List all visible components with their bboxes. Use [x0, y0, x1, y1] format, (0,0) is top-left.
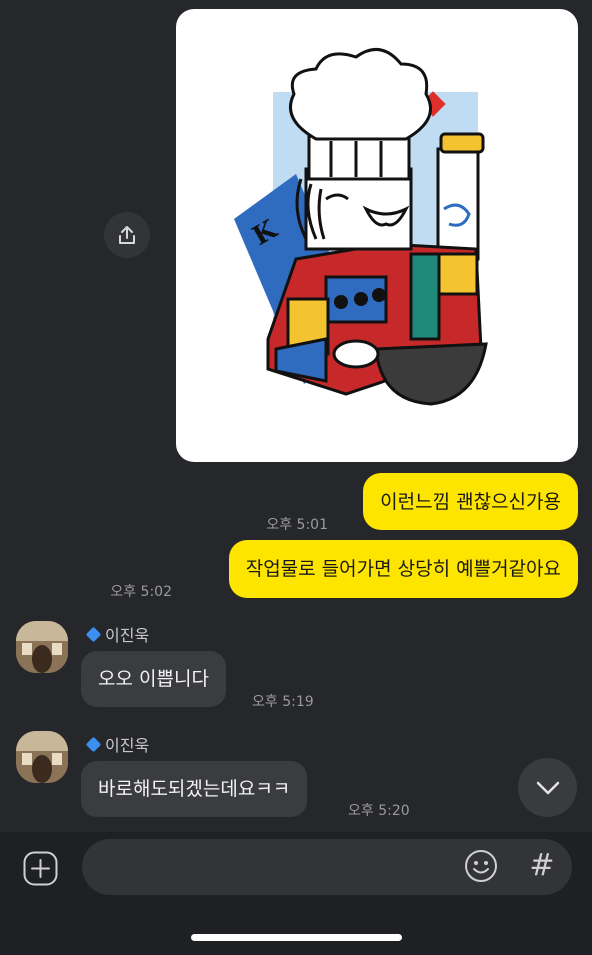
scroll-down-button[interactable]: [518, 758, 577, 817]
emoji-icon: [465, 850, 497, 882]
home-indicator: [191, 934, 402, 941]
image-message[interactable]: K: [176, 9, 578, 462]
share-icon: [119, 226, 135, 244]
plus-icon: [23, 851, 58, 886]
sent-message-bubble[interactable]: 이런느낌 괜찮으신가용: [363, 473, 578, 530]
chevron-down-icon: [536, 781, 559, 794]
share-button[interactable]: [104, 212, 150, 258]
sender-name: 이진욱: [85, 622, 150, 646]
avatar[interactable]: [16, 731, 68, 783]
avatar-photo: [16, 621, 68, 673]
hash-button[interactable]: #: [526, 848, 558, 884]
diamond-badge-icon: [85, 736, 102, 752]
avatar-photo: [16, 731, 68, 783]
message-time: 오후 5:20: [348, 803, 410, 819]
message-time: 오후 5:01: [266, 517, 328, 533]
message-time: 오후 5:02: [110, 584, 172, 600]
message-time: 오후 5:19: [252, 694, 314, 710]
sent-message-bubble[interactable]: 작업물로 들어가면 상당히 예쁠거같아요: [228, 540, 578, 598]
avatar[interactable]: [16, 621, 68, 673]
received-message-bubble[interactable]: 바로해도되겠는데요ㅋㅋ: [81, 761, 308, 817]
sender-name-label: 이진욱: [105, 626, 150, 645]
sender-name-label: 이진욱: [105, 736, 150, 755]
message-input[interactable]: [82, 839, 572, 895]
king-card-illustration: K: [234, 48, 488, 406]
emoji-button[interactable]: [464, 849, 498, 883]
sender-name: 이진욱: [85, 732, 150, 756]
diamond-badge-icon: [85, 626, 102, 642]
received-message-bubble[interactable]: 오오 이쁩니다: [81, 651, 226, 707]
attach-button[interactable]: [23, 851, 58, 886]
